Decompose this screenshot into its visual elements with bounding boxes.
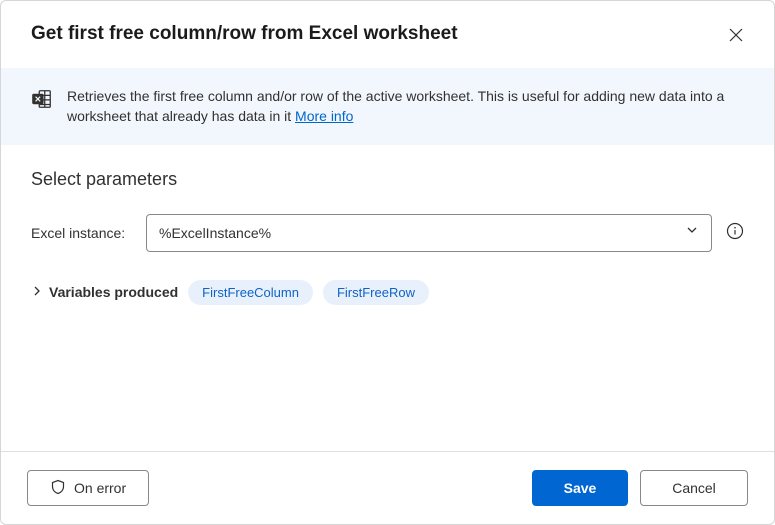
dialog-header: Get first free column/row from Excel wor…: [1, 1, 774, 68]
close-button[interactable]: [724, 23, 748, 50]
cancel-label: Cancel: [672, 480, 716, 496]
info-description-text: Retrieves the first free column and/or r…: [67, 88, 724, 124]
on-error-label: On error: [74, 480, 126, 496]
info-icon: [726, 222, 744, 243]
more-info-link[interactable]: More info: [295, 108, 353, 124]
footer-left: On error: [27, 470, 149, 506]
cancel-button[interactable]: Cancel: [640, 470, 748, 506]
variable-chip-first-free-column[interactable]: FirstFreeColumn: [188, 280, 313, 305]
shield-icon: [50, 479, 66, 498]
excel-icon: [31, 88, 53, 115]
info-banner: Retrieves the first free column and/or r…: [1, 68, 774, 145]
excel-instance-value: %ExcelInstance%: [159, 225, 271, 241]
dialog-content: Select parameters Excel instance: %Excel…: [1, 145, 774, 451]
variables-produced-row: Variables produced FirstFreeColumn First…: [31, 280, 744, 305]
dialog-footer: On error Save Cancel: [1, 451, 774, 524]
variables-produced-label: Variables produced: [49, 284, 178, 300]
close-icon: [728, 31, 744, 46]
save-button[interactable]: Save: [532, 470, 628, 506]
chevron-right-icon: [31, 284, 43, 300]
excel-instance-info-button[interactable]: [726, 222, 744, 243]
variable-chip-first-free-row[interactable]: FirstFreeRow: [323, 280, 429, 305]
chevron-down-icon: [685, 223, 699, 242]
excel-instance-label: Excel instance:: [31, 225, 136, 241]
on-error-button[interactable]: On error: [27, 470, 149, 506]
dialog: Get first free column/row from Excel wor…: [0, 0, 775, 525]
variables-produced-toggle[interactable]: Variables produced: [31, 284, 178, 300]
dialog-title: Get first free column/row from Excel wor…: [31, 23, 458, 45]
save-label: Save: [564, 480, 597, 496]
section-title: Select parameters: [31, 169, 744, 190]
excel-instance-dropdown[interactable]: %ExcelInstance%: [146, 214, 712, 252]
info-description: Retrieves the first free column and/or r…: [67, 86, 744, 127]
excel-instance-field-row: Excel instance: %ExcelInstance%: [31, 214, 744, 252]
footer-right: Save Cancel: [532, 470, 748, 506]
